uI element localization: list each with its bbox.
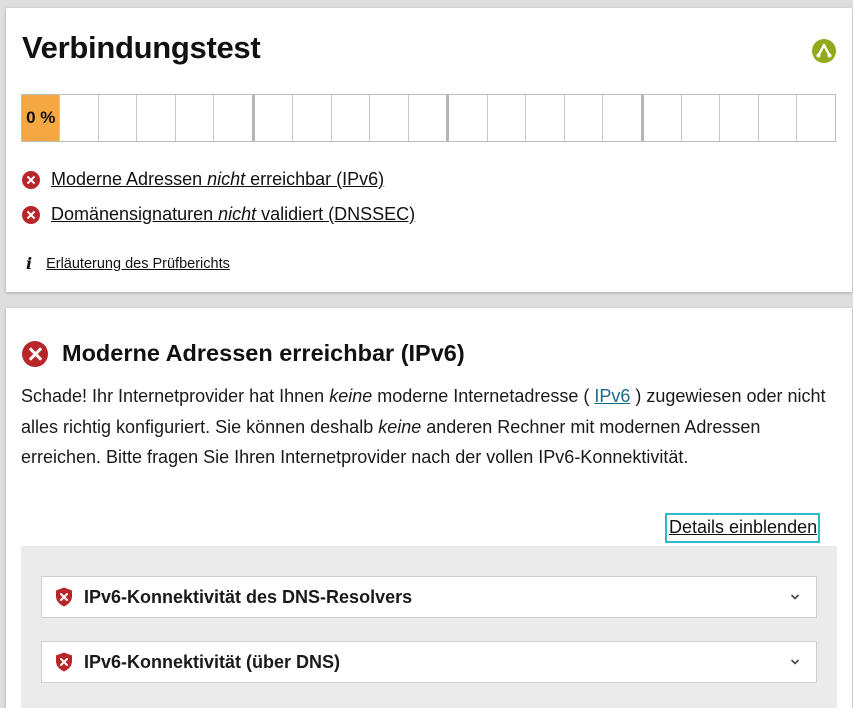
progress-segment — [681, 95, 721, 141]
result-emphasis: nicht — [207, 169, 246, 189]
result-text: validiert (DNSSEC) — [256, 204, 416, 224]
section-description: Schade! Ihr Internetprovider hat Ihnen k… — [21, 381, 836, 473]
chevron-down-icon[interactable] — [790, 592, 800, 602]
progress-segment — [175, 95, 215, 141]
report-explanation-link[interactable]: Erläuterung des Prüfberichts — [46, 256, 230, 272]
details-panel: IPv6-Konnektivität des DNS-Resolvers IPv… — [21, 546, 837, 708]
desc-emphasis: keine — [378, 416, 422, 437]
result-link-ipv6[interactable]: Moderne Adressen nicht erreichbar (IPv6) — [51, 169, 384, 190]
result-emphasis: nicht — [218, 204, 257, 224]
info-icon: i — [26, 254, 33, 273]
progress-segment — [60, 95, 99, 141]
result-text: Domänensignaturen — [51, 204, 219, 224]
progress-segment — [526, 95, 565, 141]
progress-segment — [797, 95, 835, 141]
progress-segment — [254, 95, 294, 141]
progress-value: 0 % — [22, 95, 61, 141]
subtest-label: IPv6-Konnektivität des DNS-Resolvers — [84, 586, 413, 607]
progress-segment — [449, 95, 488, 141]
result-link-dnssec[interactable]: Domänensignaturen nicht validiert (DNSSE… — [51, 204, 415, 225]
result-text: Moderne Adressen — [51, 169, 208, 189]
progress-segment — [758, 95, 798, 141]
x-circle-icon — [22, 205, 40, 224]
x-circle-icon — [22, 340, 48, 367]
desc-text: Schade! Ihr Internetprovider hat Ihnen — [21, 386, 330, 406]
desc-text: moderne Internetadresse ( — [372, 386, 595, 406]
progress-segment — [370, 95, 409, 141]
page-title: Verbindungstest — [22, 30, 261, 65]
shield-x-icon — [56, 652, 72, 672]
internet-nl-logo-icon[interactable] — [812, 39, 836, 63]
chevron-down-icon[interactable] — [790, 657, 800, 667]
subtest-item-dns-resolver[interactable]: IPv6-Konnektivität des DNS-Resolvers — [41, 576, 817, 618]
progress-segment — [603, 95, 644, 141]
summary-card: Verbindungstest 0 % Moderne Adressen nic… — [6, 8, 852, 292]
progress-segment — [643, 95, 682, 141]
x-circle-icon — [22, 170, 40, 189]
ipv6-section-card: Moderne Adressen erreichbar (IPv6) Schad… — [6, 308, 852, 708]
progress-segment — [98, 95, 138, 141]
progress-segment — [331, 95, 371, 141]
shield-x-icon — [56, 587, 72, 607]
section-title: Moderne Adressen erreichbar (IPv6) — [62, 340, 465, 366]
section-header: Moderne Adressen erreichbar (IPv6) — [22, 340, 465, 367]
desc-emphasis: keine — [329, 386, 373, 406]
score-progress-bar: 0 % — [21, 94, 836, 142]
result-text: erreichbar (IPv6) — [245, 169, 385, 189]
result-row-ipv6: Moderne Adressen nicht erreichbar (IPv6) — [22, 169, 384, 190]
progress-segment — [408, 95, 450, 141]
progress-segment — [214, 95, 255, 141]
subtest-item-dns[interactable]: IPv6-Konnektivität (über DNS) — [41, 641, 817, 683]
details-toggle-button[interactable]: Details einblenden — [665, 513, 821, 543]
progress-segment — [564, 95, 604, 141]
ipv6-link[interactable]: IPv6 — [594, 386, 630, 406]
progress-segment — [720, 95, 759, 141]
result-row-dnssec: Domänensignaturen nicht validiert (DNSSE… — [22, 204, 415, 225]
progress-segment — [137, 95, 176, 141]
report-explanation-row: i Erläuterung des Prüfberichts — [26, 254, 230, 273]
subtest-label: IPv6-Konnektivität (über DNS) — [84, 651, 341, 672]
progress-segment — [487, 95, 527, 141]
progress-segment — [293, 95, 332, 141]
